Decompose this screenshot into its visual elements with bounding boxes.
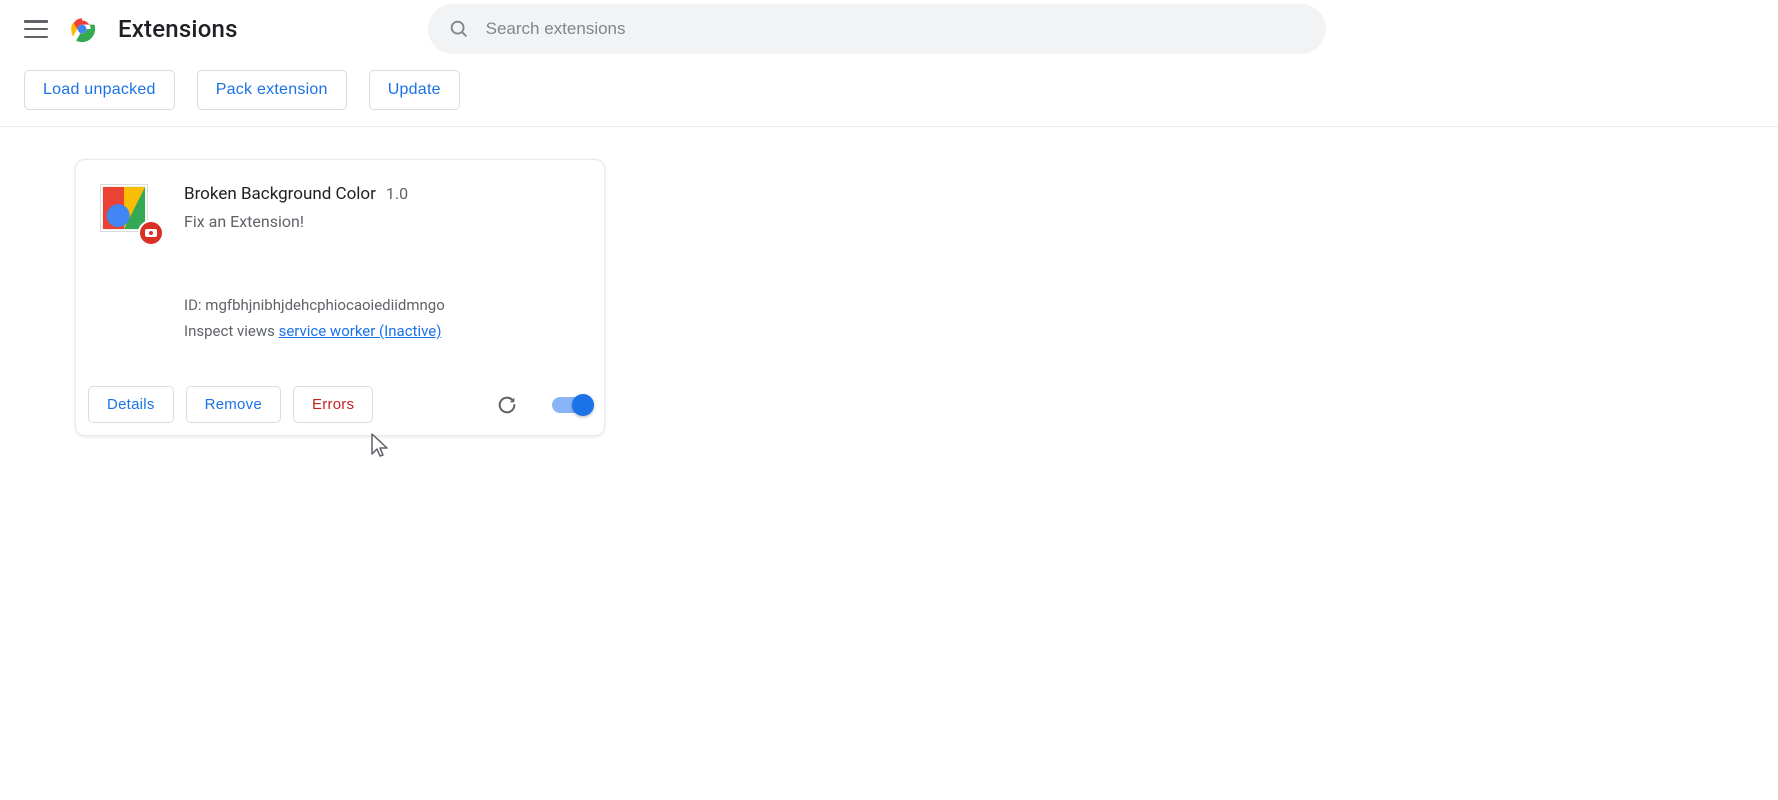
update-button[interactable]: Update (369, 70, 460, 110)
reload-icon[interactable] (496, 394, 518, 416)
search-input[interactable] (486, 19, 1306, 39)
hamburger-menu-icon[interactable] (24, 17, 48, 41)
enable-toggle[interactable] (552, 397, 592, 413)
errors-button[interactable]: Errors (293, 386, 373, 423)
content-area: Broken Background Color 1.0 Fix an Exten… (0, 127, 1778, 468)
extension-id-label: ID: (184, 296, 202, 314)
page-title: Extensions (118, 15, 238, 43)
remove-button[interactable]: Remove (186, 386, 281, 423)
extension-icon-wrap (100, 184, 160, 244)
error-badge-icon (138, 220, 164, 246)
extension-meta: ID: mgfbhjnibhjdehcphiocaoiediidmngo Ins… (184, 292, 580, 344)
toolbar: Load unpacked Pack extension Update (0, 58, 1778, 127)
extension-description: Fix an Extension! (184, 212, 408, 231)
pack-extension-button[interactable]: Pack extension (197, 70, 347, 110)
search-icon (448, 18, 470, 40)
details-button[interactable]: Details (88, 386, 174, 423)
extension-id-value: mgfbhjnibhjdehcphiocaoiediidmngo (205, 296, 444, 314)
chrome-logo-icon (68, 15, 96, 43)
search-bar[interactable] (428, 4, 1326, 54)
service-worker-link[interactable]: service worker (Inactive) (279, 322, 442, 340)
inspect-views-label: Inspect views (184, 322, 275, 340)
header-bar: Extensions (0, 0, 1778, 58)
load-unpacked-button[interactable]: Load unpacked (24, 70, 175, 110)
extension-version: 1.0 (386, 184, 408, 203)
extension-card: Broken Background Color 1.0 Fix an Exten… (75, 159, 605, 436)
extension-name: Broken Background Color (184, 184, 376, 204)
